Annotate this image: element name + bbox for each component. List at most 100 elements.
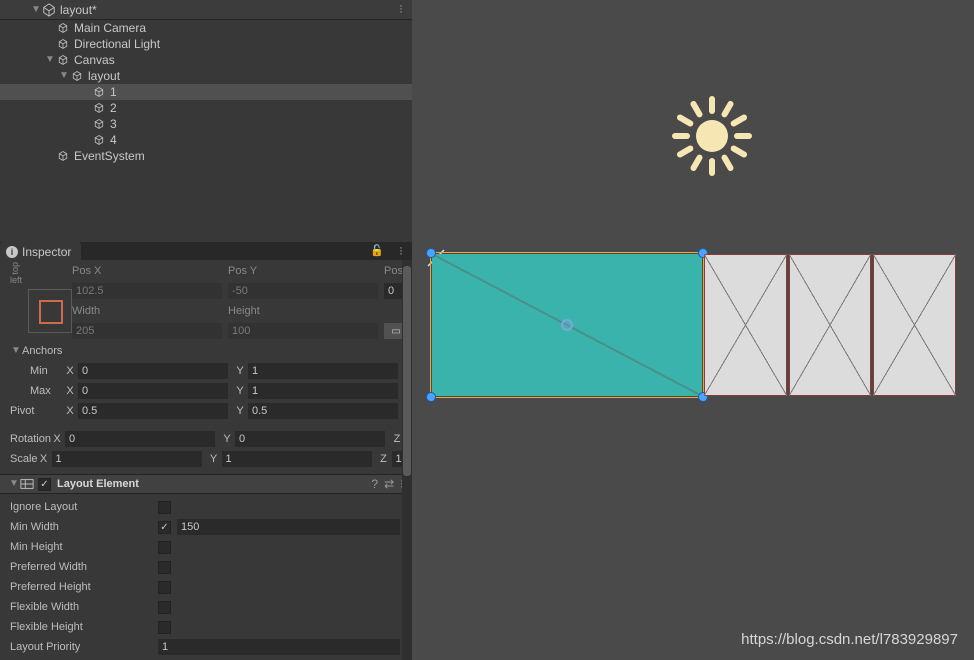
height-input[interactable] bbox=[228, 323, 378, 339]
field-checkbox[interactable] bbox=[158, 601, 171, 614]
height-label: Height bbox=[228, 305, 260, 317]
field-checkbox[interactable]: ✓ bbox=[158, 521, 171, 534]
watermark-text: https://blog.csdn.net/l783929897 bbox=[741, 631, 958, 648]
pivot-x-input[interactable] bbox=[78, 403, 228, 419]
hierarchy-item[interactable]: 3 bbox=[0, 116, 412, 132]
field-label: Preferred Height bbox=[10, 581, 158, 593]
gameobject-icon bbox=[56, 37, 70, 51]
gameobject-icon bbox=[92, 133, 106, 147]
anchor-preset-button[interactable]: top left bbox=[10, 262, 72, 342]
field-label: Min Width bbox=[10, 521, 158, 533]
hierarchy-item[interactable]: Main Camera bbox=[0, 20, 412, 36]
hierarchy-item-label: 4 bbox=[110, 133, 117, 147]
hierarchy-item-label: 1 bbox=[110, 85, 117, 99]
layout-element-icon bbox=[20, 477, 34, 491]
panel-menu-icon[interactable]: ⁝ bbox=[399, 244, 404, 258]
unity-scene-icon bbox=[42, 3, 56, 17]
gameobject-icon bbox=[56, 21, 70, 35]
foldout-icon[interactable]: ▼ bbox=[30, 4, 42, 16]
foldout-icon[interactable]: ▼ bbox=[10, 345, 22, 357]
layout-child-4[interactable] bbox=[873, 254, 956, 396]
hierarchy-item-label: layout bbox=[88, 69, 120, 83]
resize-handle[interactable] bbox=[426, 248, 436, 258]
inspector-scrollbar[interactable] bbox=[402, 260, 412, 660]
anchor-min-y-input[interactable] bbox=[248, 363, 398, 379]
hierarchy-item[interactable]: 2 bbox=[0, 100, 412, 116]
info-icon: i bbox=[6, 246, 18, 258]
layout-child-3[interactable] bbox=[789, 254, 872, 396]
gameobject-icon bbox=[56, 53, 70, 67]
field-label: Layout Priority bbox=[10, 641, 158, 653]
field-checkbox[interactable] bbox=[158, 501, 171, 514]
hierarchy-item[interactable]: 1 bbox=[0, 84, 412, 100]
lock-icon[interactable]: 🔓 bbox=[370, 244, 384, 257]
pivot-label: Pivot bbox=[10, 405, 64, 417]
more-icon[interactable]: ⁝ bbox=[399, 2, 404, 16]
gameobject-icon bbox=[92, 117, 106, 131]
scale-y-input[interactable] bbox=[222, 451, 372, 467]
resize-handle[interactable] bbox=[426, 392, 436, 402]
hierarchy-item-label: EventSystem bbox=[74, 149, 145, 163]
hierarchy-item-label: Directional Light bbox=[74, 37, 160, 51]
hierarchy-item-label: Main Camera bbox=[74, 21, 146, 35]
anchor-top-label: top bbox=[10, 262, 20, 275]
field-checkbox[interactable] bbox=[158, 621, 171, 634]
rotation-label: Rotation bbox=[10, 433, 51, 445]
pivot-handle[interactable] bbox=[561, 319, 573, 331]
gameobject-icon bbox=[92, 101, 106, 115]
hierarchy-item[interactable]: EventSystem bbox=[0, 148, 412, 164]
directional-light-gizmo[interactable] bbox=[672, 96, 752, 176]
rot-x-input[interactable] bbox=[65, 431, 215, 447]
scene-viewport[interactable]: https://blog.csdn.net/l783929897 bbox=[412, 0, 974, 660]
gameobject-icon bbox=[56, 149, 70, 163]
component-title: Layout Element bbox=[57, 478, 365, 490]
hierarchy-panel: ▼ layout* ⁝ Main Camera Directional Light… bbox=[0, 0, 412, 242]
inspector-panel: i Inspector 🔓 ⁝ top left Po bbox=[0, 242, 412, 660]
preset-icon[interactable]: ⇄ bbox=[384, 477, 394, 491]
field-checkbox[interactable] bbox=[158, 561, 171, 574]
hierarchy-item-label: 2 bbox=[110, 101, 117, 115]
gameobject-icon bbox=[70, 69, 84, 83]
hierarchy-item[interactable]: 4 bbox=[0, 132, 412, 148]
field-checkbox[interactable] bbox=[158, 541, 171, 554]
hierarchy-scene-row[interactable]: ▼ layout* ⁝ bbox=[0, 0, 412, 20]
scale-label: Scale bbox=[10, 453, 38, 465]
layout-child-1[interactable] bbox=[432, 254, 702, 396]
pivot-y-input[interactable] bbox=[248, 403, 398, 419]
width-label: Width bbox=[72, 305, 100, 317]
field-label: Ignore Layout bbox=[10, 501, 158, 513]
posy-input[interactable] bbox=[228, 283, 378, 299]
anchor-min-x-input[interactable] bbox=[78, 363, 228, 379]
foldout-icon[interactable]: ▼ bbox=[8, 478, 20, 490]
width-input[interactable] bbox=[72, 323, 222, 339]
gameobject-icon bbox=[92, 85, 106, 99]
help-icon[interactable]: ? bbox=[371, 477, 378, 491]
layout-group-visual bbox=[432, 254, 956, 396]
hierarchy-item[interactable]: ▼ Canvas bbox=[0, 52, 412, 68]
layout-child-2[interactable] bbox=[704, 254, 787, 396]
field-label: Flexible Height bbox=[10, 621, 158, 633]
field-input[interactable] bbox=[177, 519, 400, 535]
hierarchy-item-label: Canvas bbox=[74, 53, 115, 67]
posx-input[interactable] bbox=[72, 283, 222, 299]
anchor-max-x-input[interactable] bbox=[78, 383, 228, 399]
posx-label: Pos X bbox=[72, 265, 101, 277]
layout-element-component-header[interactable]: ▼ ✓ Layout Element ? ⇄ ⁝ bbox=[0, 474, 412, 494]
field-checkbox[interactable] bbox=[158, 581, 171, 594]
anchors-label: Anchors bbox=[22, 345, 170, 357]
foldout-icon[interactable]: ▼ bbox=[58, 70, 70, 82]
hierarchy-item-label: 3 bbox=[110, 117, 117, 131]
inspector-tab[interactable]: i Inspector bbox=[0, 242, 81, 260]
inspector-tab-label: Inspector bbox=[22, 245, 71, 259]
anchor-max-y-input[interactable] bbox=[248, 383, 398, 399]
rot-y-input[interactable] bbox=[235, 431, 385, 447]
scale-x-input[interactable] bbox=[52, 451, 202, 467]
anchors-min-label: Min bbox=[10, 365, 64, 377]
hierarchy-item[interactable]: Directional Light bbox=[0, 36, 412, 52]
foldout-icon[interactable]: ▼ bbox=[44, 54, 56, 66]
hierarchy-item[interactable]: ▼ layout bbox=[0, 68, 412, 84]
component-enabled-checkbox[interactable]: ✓ bbox=[38, 478, 51, 491]
field-input[interactable] bbox=[158, 639, 400, 655]
field-label: Min Height bbox=[10, 541, 158, 553]
posy-label: Pos Y bbox=[228, 265, 257, 277]
